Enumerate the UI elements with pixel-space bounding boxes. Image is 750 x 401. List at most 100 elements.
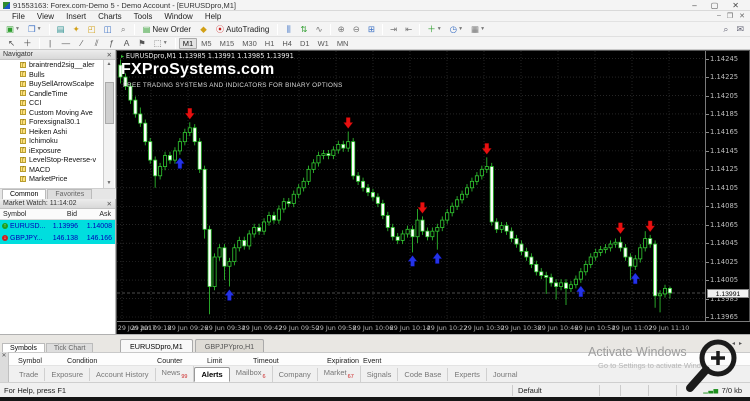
vertical-line-icon[interactable]: | [44,37,57,49]
scroll-up-icon[interactable]: ▲ [104,60,114,69]
timeframe-button-m5[interactable]: M5 [197,38,215,49]
timeframe-button-h1[interactable]: H1 [261,38,279,49]
toolbox-tab-exposure[interactable]: Exposure [45,367,91,381]
navigator-item-iexposure[interactable]: ƒ iExposure [0,146,104,156]
shapes-button[interactable]: ⬚ ▼ [151,37,171,49]
navigator-tab-common[interactable]: Common [2,189,47,199]
menu-item-tools[interactable]: Tools [128,12,159,21]
auto-scroll-icon[interactable]: ⇥ [387,23,400,35]
toolbox-tab-news[interactable]: News99 [156,366,195,382]
navigator-item-buysellarrowscalpe[interactable]: ƒ BuySellArrowScalpe [0,79,104,89]
toolbox-tab-market[interactable]: Market67 [318,366,361,382]
toolbox-tab-trade[interactable]: Trade [13,367,46,381]
toolbox-tab-account-history[interactable]: Account History [90,367,156,381]
menu-item-view[interactable]: View [31,12,60,21]
child-restore-button[interactable]: ❐ [727,12,733,20]
horizontal-line-icon[interactable]: — [59,37,74,49]
fibonacci-icon[interactable]: ƒ [105,37,118,49]
chart-plot[interactable] [117,51,705,321]
tab-scroll-arrows[interactable]: ◂▸ [732,340,746,347]
navigator-item-heiken-ashi[interactable]: ƒ Heiken Ashi [0,127,104,137]
toolbox-column-counter[interactable]: Counter [157,356,183,365]
toolbox-column-limit[interactable]: Limit [207,356,222,365]
new-order-button[interactable]: ▤ New Order [139,23,195,35]
chart-shift-icon[interactable]: ⇤ [402,23,415,35]
trendline-icon[interactable]: ∕ [75,37,88,49]
strategy-tester-button[interactable]: ⌕ [117,23,130,35]
navigator-item-marketprice[interactable]: ƒ MarketPrice [0,174,104,184]
scroll-down-icon[interactable]: ▼ [104,179,114,188]
toolbox-tab-experts[interactable]: Experts [448,367,487,381]
navigator-item-macd[interactable]: ƒ MACD [0,165,104,175]
menu-item-window[interactable]: Window [158,12,198,21]
market-watch-row-eurusd[interactable]: ↑ EURUSD... 1.13996 1.14008 [0,220,115,232]
navigator-scrollbar[interactable]: ▲ ▼ [103,60,114,188]
navigator-item-levelstop-reverse-v[interactable]: ƒ LevelStop-Reverse-v [0,155,104,165]
market-watch-toggle-button[interactable]: ▤ [54,23,68,35]
zoom-out-icon[interactable]: ⊖ [350,23,363,35]
column-bid[interactable]: Bid [46,211,80,218]
chart-tab-eurusdpro-m1[interactable]: EURUSDpro,M1 [120,339,193,353]
data-window-button[interactable]: ◫ [101,23,115,35]
toolbox-close-icon[interactable]: ✕ [0,352,8,359]
search-icon[interactable]: ⌕ [723,24,728,35]
toolbox-column-condition[interactable]: Condition [67,356,97,365]
navigator-item-bulls[interactable]: ƒ Bulls [0,70,104,80]
toolbox-column-expiration[interactable]: Expiration [327,356,359,365]
toolbox-tab-code-base[interactable]: Code Base [398,367,449,381]
maximize-button[interactable]: ▢ [711,1,719,10]
bar-chart-icon[interactable]: ⫼ [282,23,295,35]
timeframe-button-d1[interactable]: D1 [296,38,314,49]
label-icon[interactable]: ⚑ [135,37,149,49]
expert-advisors-icon[interactable]: ◆ [197,23,210,35]
column-ask[interactable]: Ask [80,211,114,218]
profile-selector[interactable]: Default [512,384,600,396]
toolbox-column-symbol[interactable]: Symbol [18,356,42,365]
candlestick-chart-icon[interactable]: ⇅ [297,23,310,35]
toolbox-column-event[interactable]: Event [363,356,381,365]
toolbox-tab-alerts[interactable]: Alerts [194,366,230,382]
navigator-toggle-button[interactable]: ✦ [70,23,83,35]
crosshair-icon[interactable]: ＋ [20,37,35,49]
child-close-button[interactable]: ✕ [739,12,745,20]
toolbox-tab-journal[interactable]: Journal [487,368,524,381]
new-chart-button[interactable]: ▣ ▼ [3,23,23,35]
autotrading-button[interactable]: ⦿ AutoTrading [212,23,273,35]
minimize-button[interactable]: – [692,1,696,10]
tile-windows-icon[interactable]: ⊞ [365,23,378,35]
chart-tab-gbpjpypro-h1[interactable]: GBPJPYpro,H1 [194,339,265,353]
timeframe-button-w1[interactable]: W1 [314,38,333,49]
profiles-button[interactable]: ❐ ▼ [25,23,45,35]
timeframe-button-m30[interactable]: M30 [238,38,261,49]
timeframe-button-h4[interactable]: H4 [278,38,296,49]
navigator-item-forexsignal30-1[interactable]: ƒ Forexsignal30.1 [0,117,104,127]
line-chart-icon[interactable]: ∿ [312,23,325,35]
close-button[interactable]: ✕ [732,1,739,10]
menu-item-file[interactable]: File [6,12,31,21]
zoom-in-icon[interactable]: ⊕ [335,23,348,35]
navigator-item-custom-moving-ave[interactable]: ƒ Custom Moving Ave [0,108,104,118]
navigator-item-cci[interactable]: ƒ CCI [0,98,104,108]
indicators-button[interactable]: ＋ ▼ [424,23,444,35]
timeframe-button-m1[interactable]: M1 [178,37,198,49]
text-icon[interactable]: A [120,37,133,49]
timeframe-button-mn[interactable]: MN [333,38,353,49]
channel-icon[interactable]: ⫽ [90,37,103,49]
price-axis[interactable]: 1.14245 1.14225 1.14205 1.14185 1.14165 1.141… [705,51,750,321]
periods-button[interactable]: ◷ ▼ [447,23,466,35]
menu-item-insert[interactable]: Insert [60,12,92,21]
column-symbol[interactable]: Symbol [0,211,46,218]
toolbox-column-timeout[interactable]: Timeout [253,356,279,365]
navigator-item-candletime[interactable]: ƒ CandleTime [0,89,104,99]
navigator-item-ichimoku[interactable]: ƒ Ichimoku [0,136,104,146]
menu-item-charts[interactable]: Charts [92,12,128,21]
toolbox-tab-company[interactable]: Company [273,367,318,381]
templates-button[interactable]: ▦ ▼ [468,23,488,35]
market-watch-close-icon[interactable]: ✕ [107,200,112,208]
time-axis[interactable]: 29 Jun 2017 29 Jun 09:18 29 Jun 09:26 29 Ju… [117,321,750,334]
navigator-item-braintrend2sig-aler[interactable]: ƒ braintrend2sig__aler [0,60,104,70]
navigator-close-icon[interactable]: ✕ [107,51,112,59]
feedback-icon[interactable]: ✉ [736,24,744,35]
toolbox-tab-mailbox[interactable]: Mailbox6 [230,366,273,382]
child-minimize-button[interactable]: – [717,12,721,20]
